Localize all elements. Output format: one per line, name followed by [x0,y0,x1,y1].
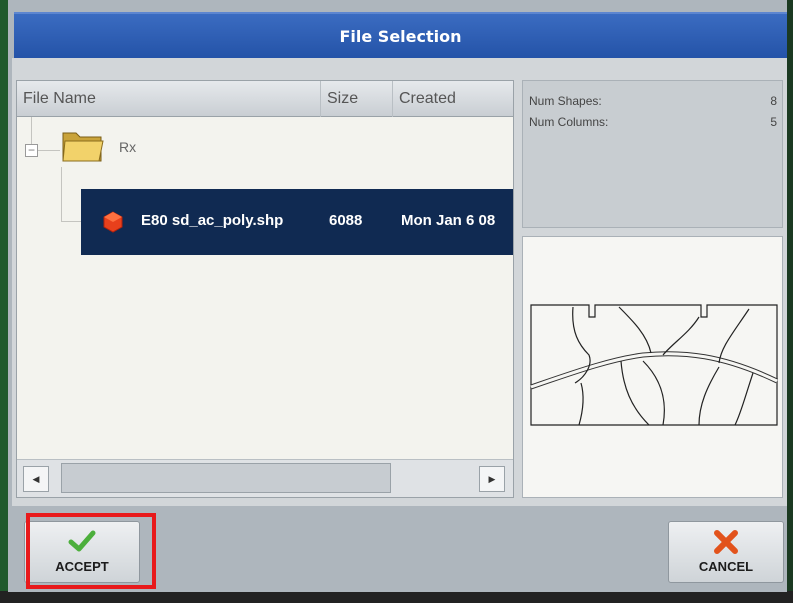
num-columns-label: Num Columns: [529,115,609,129]
folder-icon [61,125,105,165]
horizontal-scrollbar[interactable]: ◀ ▶ [17,459,513,497]
shapefile-icon [101,210,125,234]
cancel-label: CANCEL [698,559,754,574]
num-shapes-label: Num Shapes: [529,94,602,108]
file-list-header: File Name Size Created [17,81,513,117]
title-bar: File Selection [14,12,787,58]
column-header-created[interactable]: Created [393,81,513,117]
scroll-thumb[interactable] [61,463,391,493]
scroll-right-button[interactable]: ▶ [479,466,505,492]
column-header-file-name[interactable]: File Name [17,81,321,117]
file-created-cell: Mon Jan 6 08 [401,212,496,229]
file-selection-dialog: File Selection File Name Size Created − … [8,0,787,592]
monitor-bezel-right [787,0,793,603]
tree-connector [38,150,60,151]
num-shapes-value: 8 [770,94,777,108]
file-size-cell: 6088 [329,212,363,229]
file-list-panel: File Name Size Created − Rx E80 sd_ac_po… [16,80,514,498]
accept-button-highlight [26,513,156,589]
file-name-cell: E80 sd_ac_poly.shp [141,212,284,229]
num-columns-value: 5 [770,115,777,129]
dialog-content: File Name Size Created − Rx E80 sd_ac_po… [12,58,787,506]
dialog-title: File Selection [339,27,462,46]
folder-name[interactable]: Rx [119,139,136,155]
column-header-size[interactable]: Size [321,81,393,117]
monitor-bezel-bottom [0,591,793,603]
num-shapes-row: Num Shapes: 8 [529,94,777,108]
scroll-left-button[interactable]: ◀ [23,466,49,492]
tree-connector [61,167,62,221]
x-icon [669,528,783,563]
cancel-button[interactable]: CANCEL [668,521,784,583]
num-columns-row: Num Columns: 5 [529,115,777,129]
tree-connector [61,221,81,222]
field-boundary-map [530,304,779,426]
monitor-bezel-left [0,0,8,603]
shape-info-panel: Num Shapes: 8 Num Columns: 5 [522,80,783,228]
folder-collapse-toggle[interactable]: − [25,144,38,157]
shape-preview-panel [522,236,783,498]
table-row[interactable]: E80 sd_ac_poly.shp 6088 Mon Jan 6 08 [81,189,513,255]
tree-connector [31,117,32,144]
